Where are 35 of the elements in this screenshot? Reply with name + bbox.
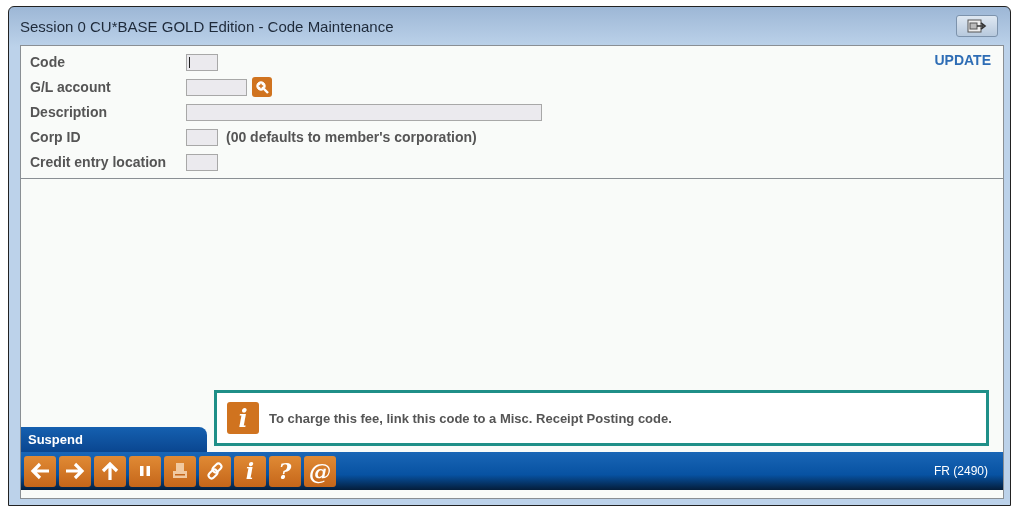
toolbar-button[interactable]: ? bbox=[269, 455, 301, 487]
exit-icon bbox=[967, 19, 987, 33]
field-note: (00 defaults to member's corporation) bbox=[226, 129, 477, 145]
field-label: Credit entry location bbox=[30, 154, 168, 170]
link-icon bbox=[204, 460, 226, 482]
up-arrow-icon bbox=[99, 460, 121, 482]
info-message: To charge this fee, link this code to a Misc. Receipt Posting code. bbox=[269, 410, 672, 426]
text-cursor bbox=[189, 56, 190, 68]
window-title: Session 0 CU*BASE GOLD Edition - Code Maintenance bbox=[20, 17, 394, 35]
input-field[interactable] bbox=[186, 128, 218, 146]
exit-button[interactable] bbox=[956, 15, 998, 37]
search-icon bbox=[255, 80, 269, 94]
back-arrow-icon bbox=[29, 460, 51, 482]
input-field[interactable] bbox=[186, 103, 542, 121]
toolbar-button[interactable]: @ bbox=[304, 455, 336, 487]
toolbar-button[interactable] bbox=[59, 455, 91, 487]
info-icon: i bbox=[227, 402, 259, 434]
field-label: G/L account bbox=[30, 79, 112, 95]
field-label: Code bbox=[30, 54, 66, 70]
input-field[interactable] bbox=[186, 153, 218, 171]
input-field[interactable] bbox=[186, 53, 218, 71]
input-field[interactable] bbox=[186, 78, 247, 96]
toolbar-button[interactable]: i bbox=[234, 455, 266, 487]
toolbar-button[interactable] bbox=[164, 455, 196, 487]
lookup-button[interactable] bbox=[252, 77, 272, 97]
screen-id: FR (2490) bbox=[933, 464, 988, 478]
toolbar-button[interactable] bbox=[94, 455, 126, 487]
suspend-tab[interactable]: Suspend bbox=[21, 427, 207, 452]
field-label: Corp ID bbox=[30, 129, 82, 145]
forward-arrow-icon bbox=[64, 460, 86, 482]
toolbar-button[interactable] bbox=[24, 455, 56, 487]
toolbar-button[interactable] bbox=[129, 455, 161, 487]
toolbar-button[interactable] bbox=[199, 455, 231, 487]
mode-label: UPDATE bbox=[934, 52, 991, 70]
field-label: Description bbox=[30, 104, 108, 120]
